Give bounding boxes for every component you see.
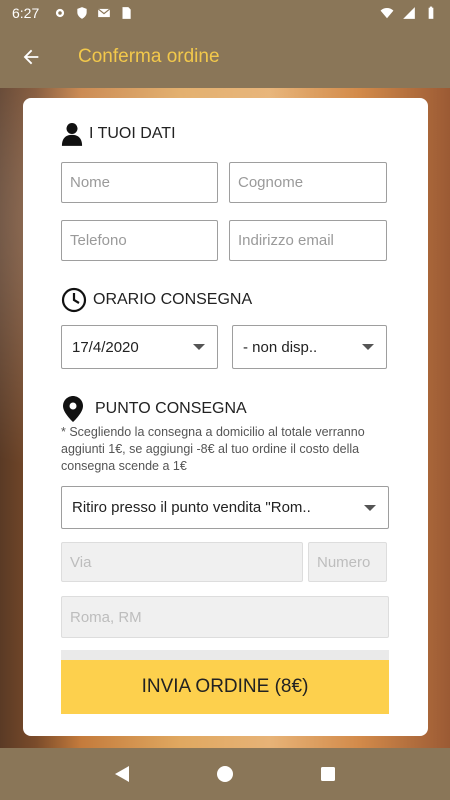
section-delivery-time-title: ORARIO CONSEGNA <box>93 291 253 308</box>
status-icons-right <box>380 6 438 20</box>
app-bar: Conferma ordine <box>0 26 450 88</box>
wifi-icon <box>380 8 394 19</box>
surname-field[interactable]: Cognome <box>229 162 387 203</box>
section-delivery-point-title: PUNTO CONSEGNA <box>95 400 247 417</box>
date-select-value: 17/4/2020 <box>72 338 139 356</box>
status-time: 6:27 <box>12 5 40 21</box>
street-field[interactable]: Via <box>61 542 303 582</box>
battery-icon <box>428 6 434 19</box>
phone-field[interactable]: Telefono <box>61 220 218 261</box>
date-select[interactable]: 17/4/2020 <box>61 325 218 369</box>
dropdown-caret-icon <box>362 344 374 350</box>
shield-icon <box>77 7 87 19</box>
gmail-icon <box>98 8 111 18</box>
number-field[interactable]: Numero <box>308 542 387 582</box>
status-icons-left <box>53 6 133 20</box>
sd-card-icon <box>122 7 131 19</box>
back-button[interactable] <box>0 26 62 88</box>
delivery-note: * Scegliendo la consegna a domicilio al … <box>61 425 365 473</box>
status-bar: 6:27 <box>0 0 450 26</box>
nav-back-button[interactable] <box>110 762 134 786</box>
section-delivery-point: PUNTO CONSEGNA <box>63 396 247 422</box>
city-field[interactable]: Roma, RM <box>61 596 389 638</box>
delivery-point-select[interactable]: Ritiro presso il punto vendita "Rom.. <box>61 486 389 529</box>
clock-icon <box>61 287 87 313</box>
nav-back-icon <box>114 766 129 782</box>
dropdown-caret-icon <box>364 504 376 511</box>
nav-recents-icon <box>321 767 336 781</box>
dropdown-caret-icon <box>193 344 205 350</box>
time-select[interactable]: - non disp.. <box>232 325 387 369</box>
email-field[interactable]: Indirizzo email <box>229 220 387 261</box>
section-user-data-title: I TUOI DATI <box>89 125 176 142</box>
person-icon <box>61 123 83 146</box>
back-arrow-icon <box>23 49 39 65</box>
delivery-point-select-value: Ritiro presso il punto vendita "Rom.. <box>72 499 311 516</box>
location-pin-icon <box>63 396 83 422</box>
signal-icon <box>403 7 415 19</box>
section-delivery-time: ORARIO CONSEGNA <box>61 287 252 313</box>
submit-order-button[interactable]: INVIA ORDINE (8€) <box>61 660 389 714</box>
section-user-data: I TUOI DATI <box>61 122 176 146</box>
name-field[interactable]: Nome <box>61 162 218 203</box>
navigation-bar <box>0 748 450 800</box>
nav-home-icon <box>216 766 233 782</box>
time-select-value: - non disp.. <box>243 338 318 356</box>
order-form-card: I TUOI DATI Nome Cognome Telefono Indiri… <box>23 98 428 736</box>
nav-recents-button[interactable] <box>316 762 340 786</box>
settings-icon <box>56 8 65 18</box>
page-title: Conferma ordine <box>78 46 220 67</box>
nav-home-button[interactable] <box>213 762 237 786</box>
